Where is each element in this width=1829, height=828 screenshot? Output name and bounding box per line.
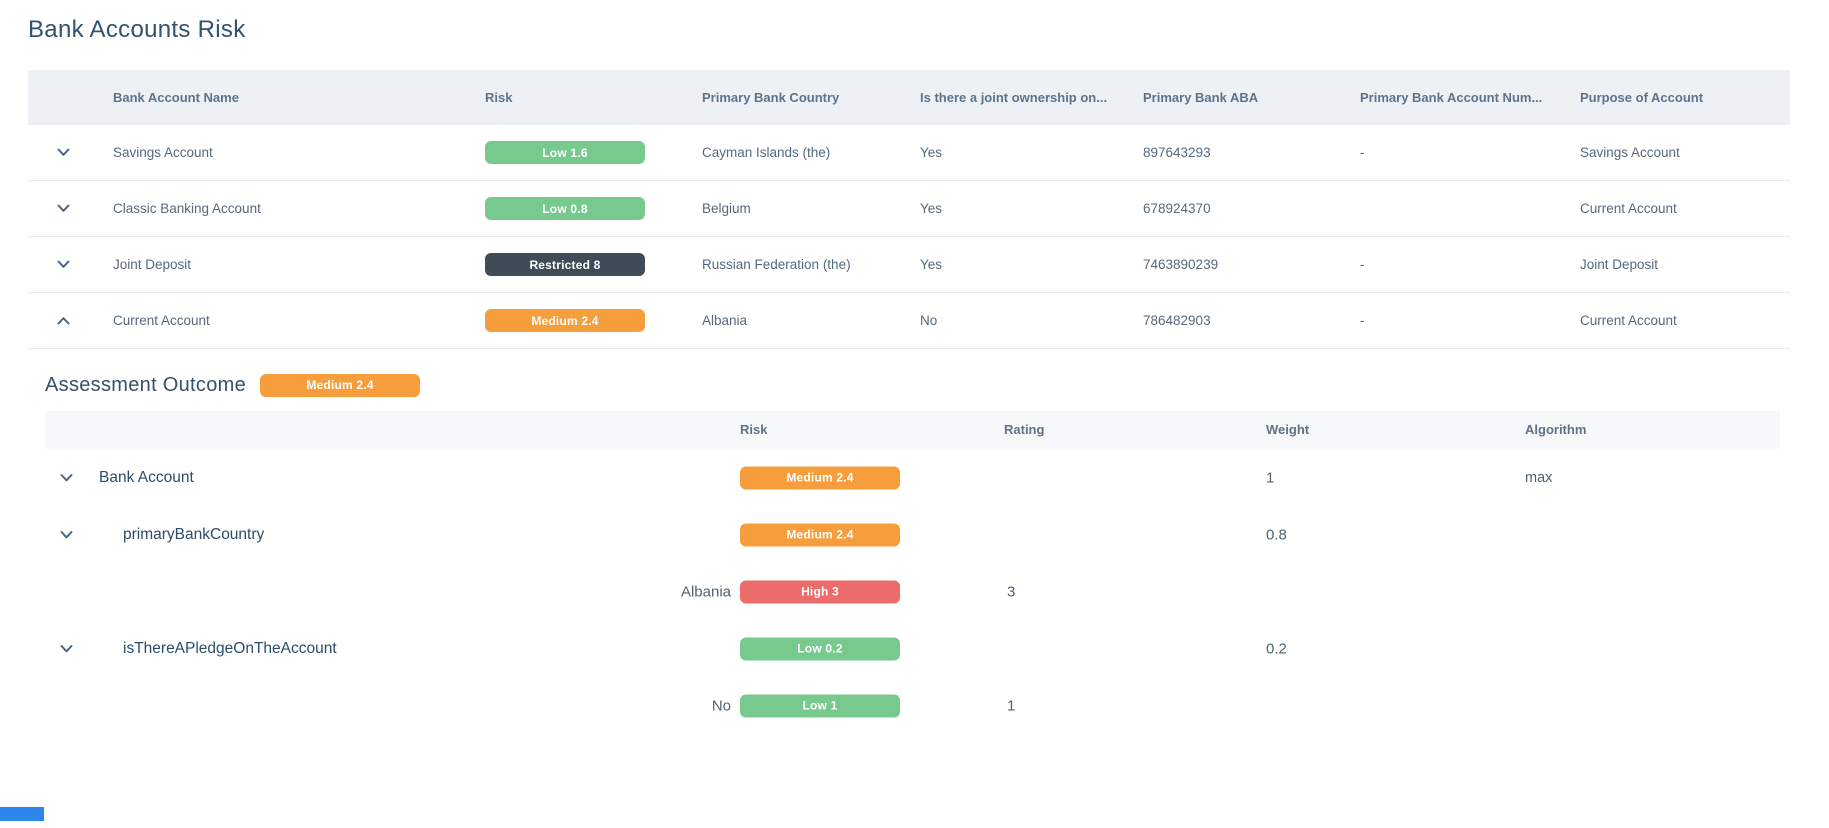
risk-badge: Medium 2.4 — [740, 523, 900, 546]
table-row: Classic Banking Account Low 0.8 Belgium … — [28, 181, 1790, 237]
column-header-purpose-of-account: Purpose of Account — [1580, 90, 1790, 105]
chevron-down-icon — [57, 204, 70, 213]
purpose-of-account-cell: Joint Deposit — [1580, 257, 1790, 272]
assessment-column-risk: Risk — [740, 411, 767, 449]
table-row: Current Account Medium 2.4 Albania No 78… — [28, 293, 1790, 349]
expand-row-button[interactable] — [55, 146, 72, 159]
chevron-down-icon — [57, 148, 70, 157]
primary-bank-account-num-cell: - — [1360, 313, 1580, 328]
node-name: Bank Account — [99, 469, 194, 487]
primary-bank-aba-cell: 7463890239 — [1143, 257, 1360, 272]
chevron-up-icon — [57, 316, 70, 325]
joint-ownership-cell: Yes — [920, 145, 1143, 160]
assessment-row: Bank Account Medium 2.4 1 max — [45, 449, 1780, 506]
chevron-down-icon — [60, 644, 73, 653]
table-row: Joint Deposit Restricted 8 Russian Feder… — [28, 237, 1790, 293]
collapse-row-button[interactable] — [55, 314, 72, 327]
table-row: Savings Account Low 1.6 Cayman Islands (… — [28, 125, 1790, 181]
assessment-row: primaryBankCountry Medium 2.4 0.8 — [45, 506, 1780, 563]
primary-bank-aba-cell: 786482903 — [1143, 313, 1360, 328]
assessment-column-weight: Weight — [1266, 411, 1309, 449]
primary-bank-country-cell: Belgium — [702, 201, 920, 216]
column-header-primary-bank-country: Primary Bank Country — [702, 90, 920, 105]
chevron-down-icon — [60, 473, 73, 482]
expand-node-button[interactable] — [58, 471, 75, 484]
purpose-of-account-cell: Current Account — [1580, 313, 1790, 328]
bottom-left-blue-bar — [0, 807, 44, 821]
risk-badge: Low 0.2 — [740, 637, 900, 660]
bank-account-name-cell: Savings Account — [113, 145, 485, 160]
primary-bank-aba-cell: 678924370 — [1143, 201, 1360, 216]
assessment-column-algorithm: Algorithm — [1525, 411, 1586, 449]
weight-cell: 1 — [1266, 469, 1274, 486]
accounts-table-header: Bank Account Name Risk Primary Bank Coun… — [28, 70, 1790, 125]
bank-account-name-cell: Joint Deposit — [113, 257, 485, 272]
risk-badge: Restricted 8 — [485, 253, 645, 276]
risk-badge: Low 0.8 — [485, 197, 645, 220]
column-header-joint-ownership: Is there a joint ownership on... — [920, 90, 1143, 105]
primary-bank-country-cell: Cayman Islands (the) — [702, 145, 920, 160]
assessment-outcome-section: Assessment Outcome Medium 2.4 Risk Ratin… — [45, 370, 1829, 734]
risk-badge: Low 1.6 — [485, 141, 645, 164]
column-header-primary-bank-account-num: Primary Bank Account Num... — [1360, 90, 1580, 105]
chevron-down-icon — [60, 530, 73, 539]
assessment-outcome-title: Assessment Outcome — [45, 374, 246, 397]
assessment-row: No Low 1 1 — [45, 677, 1780, 734]
assessment-table-header: Risk Rating Weight Algorithm — [45, 411, 1780, 449]
bank-account-name-cell: Current Account — [113, 313, 485, 328]
joint-ownership-cell: Yes — [920, 201, 1143, 216]
overall-risk-badge: Medium 2.4 — [260, 374, 420, 397]
algorithm-cell: max — [1525, 470, 1552, 486]
bank-accounts-table: Bank Account Name Risk Primary Bank Coun… — [28, 70, 1790, 349]
purpose-of-account-cell: Savings Account — [1580, 145, 1790, 160]
column-header-risk: Risk — [485, 90, 702, 105]
node-name: primaryBankCountry — [123, 526, 264, 544]
column-header-primary-bank-aba: Primary Bank ABA — [1143, 90, 1360, 105]
weight-cell: 0.2 — [1266, 640, 1287, 657]
assessment-table: Risk Rating Weight Algorithm Bank Accoun… — [45, 411, 1780, 734]
bank-account-name-cell: Classic Banking Account — [113, 201, 485, 216]
risk-badge: Medium 2.4 — [485, 309, 645, 332]
primary-bank-country-cell: Albania — [702, 313, 920, 328]
node-value-label: No — [475, 697, 731, 714]
expand-node-button[interactable] — [58, 528, 75, 541]
assessment-column-rating: Rating — [1004, 411, 1044, 449]
risk-badge: Low 1 — [740, 694, 900, 717]
node-name: isThereAPledgeOnTheAccount — [123, 640, 337, 658]
chevron-down-icon — [57, 260, 70, 269]
page-title: Bank Accounts Risk — [28, 16, 1829, 44]
node-value-label: Albania — [475, 583, 731, 600]
rating-cell: 1 — [1007, 697, 1015, 714]
primary-bank-account-num-cell: - — [1360, 145, 1580, 160]
rating-cell: 3 — [1007, 583, 1015, 600]
expand-row-button[interactable] — [55, 202, 72, 215]
primary-bank-aba-cell: 897643293 — [1143, 145, 1360, 160]
risk-badge: High 3 — [740, 580, 900, 603]
primary-bank-country-cell: Russian Federation (the) — [702, 257, 920, 272]
joint-ownership-cell: No — [920, 313, 1143, 328]
primary-bank-account-num-cell: - — [1360, 257, 1580, 272]
column-header-bank-account-name: Bank Account Name — [113, 90, 485, 105]
assessment-row: isThereAPledgeOnTheAccount Low 0.2 0.2 — [45, 620, 1780, 677]
expand-node-button[interactable] — [58, 642, 75, 655]
purpose-of-account-cell: Current Account — [1580, 201, 1790, 216]
weight-cell: 0.8 — [1266, 526, 1287, 543]
assessment-row: Albania High 3 3 — [45, 563, 1780, 620]
expand-row-button[interactable] — [55, 258, 72, 271]
joint-ownership-cell: Yes — [920, 257, 1143, 272]
risk-badge: Medium 2.4 — [740, 466, 900, 489]
